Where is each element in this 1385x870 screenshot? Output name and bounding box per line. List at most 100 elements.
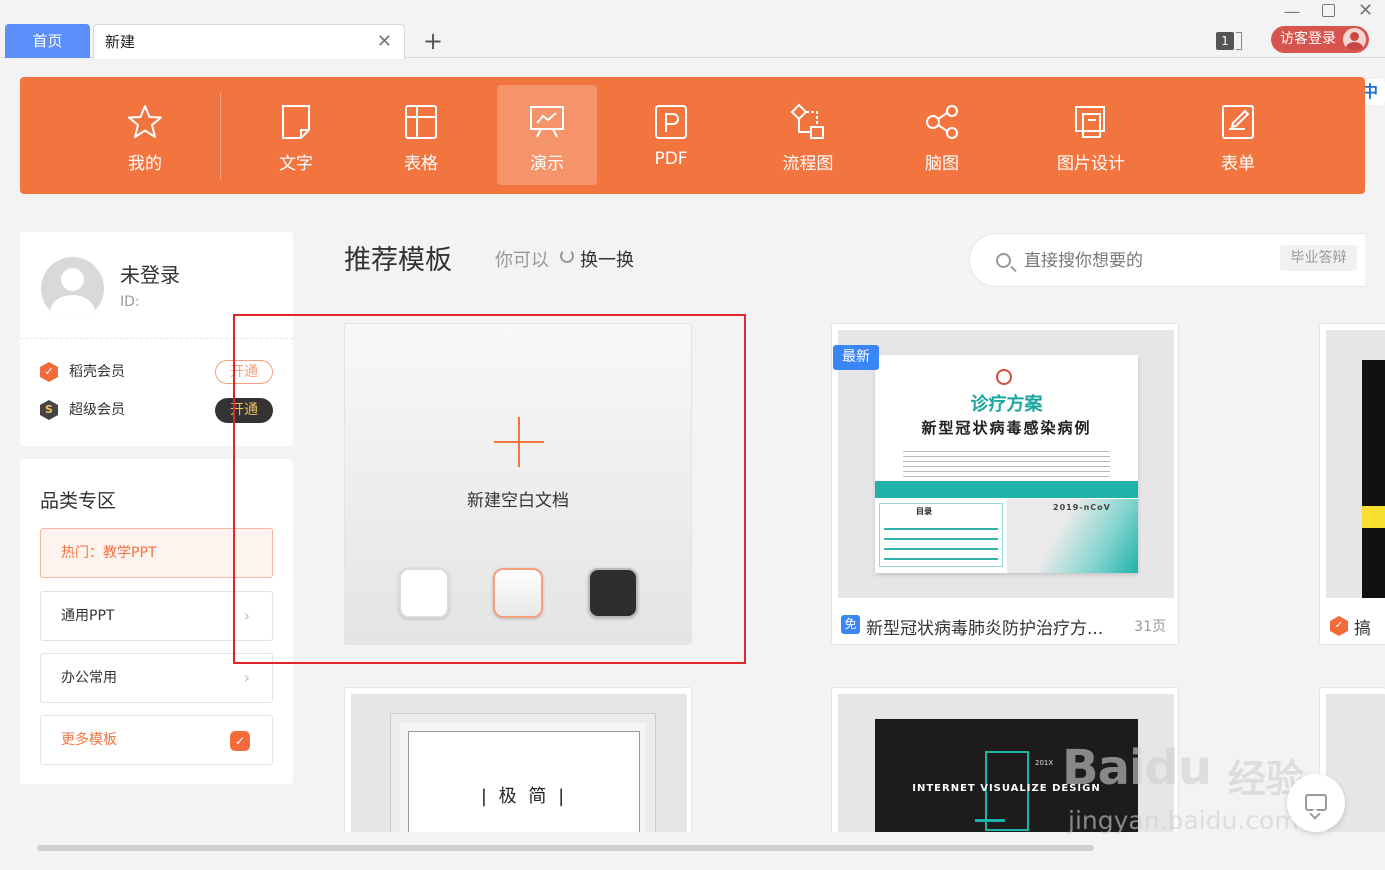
nav-sheet[interactable]: 表格 [371,85,471,185]
maximize-icon[interactable] [1322,4,1335,17]
nav-mine[interactable]: 我的 [95,85,195,185]
nav-mine-label: 我的 [128,154,162,174]
slide-body-lines [903,447,1110,477]
chat-icon [1305,794,1327,811]
template-card[interactable]: | 极 简 | [344,687,692,832]
nav-form[interactable]: 表单 [1188,85,1288,185]
template-search-box: 毕业答辩 [969,233,1365,287]
slide-year: 201X [1035,759,1054,767]
nav-flow-label: 流程图 [782,154,834,174]
avatar[interactable] [41,257,104,320]
slide-contents-lines [884,520,998,564]
slide-subtitle: 新型冠状病毒感染病例 [921,419,1092,437]
visitor-login-button[interactable]: 访客登录 [1271,26,1369,53]
tab-home[interactable]: 首页 [5,24,90,58]
user-id: ID: [120,294,140,310]
slide-inner-frame: | 极 简 | [408,731,640,832]
feedback-button[interactable] [1287,774,1345,832]
tab-count-badge[interactable]: 1 [1216,32,1234,50]
section-subtitle: 你可以 [495,250,549,271]
slide-thumbnail [1362,360,1385,598]
slide-minimal-title: | 极 简 | [480,786,568,807]
search-input[interactable] [1024,247,1264,275]
section-title: 推荐模板 [344,245,452,276]
category-title: 品类专区 [40,490,117,512]
category-general-ppt-label: 通用PPT [61,608,115,624]
refresh-icon[interactable] [560,249,574,263]
template-title[interactable]: 新型冠状病毒肺炎防护治疗方... [866,614,1103,639]
docer-logo-icon: ✓ [1330,616,1348,636]
nav-present[interactable]: 演示 [497,85,597,185]
visitor-login-label: 访客登录 [1280,31,1336,47]
slide-accent [1362,506,1385,528]
image-design-icon [1075,106,1105,138]
nav-form-label: 表单 [1221,154,1255,174]
form-icon [1222,105,1254,139]
app-nav-bar: 我的 文字 表格 演示 PDF 流程图 脑图 图片设计 表单 [20,77,1365,194]
pdf-icon [655,105,687,139]
template-card[interactable]: 诊疗方案 新型冠状病毒感染病例 目录 2019-nCoV 最新 免 新型冠状病毒… [831,323,1179,645]
super-member-label: 超级会员 [69,402,125,418]
slide-contents-label: 目录 [916,507,932,516]
docer-logo-icon: ✓ [230,731,250,751]
add-tab-button[interactable]: + [423,24,443,58]
document-icon [282,105,310,139]
template-preview: 诊疗方案 新型冠状病毒感染病例 目录 2019-nCoV [838,330,1174,598]
template-card[interactable]: ✓ 搞 [1319,323,1385,645]
mindmap-icon [926,105,958,139]
presentation-icon [530,106,564,138]
docer-member-icon: ✓ [40,362,58,382]
nav-mind-label: 脑图 [925,154,959,174]
category-office-label: 办公常用 [61,670,117,686]
search-icon[interactable] [996,253,1011,268]
flowchart-icon [790,103,824,139]
nav-text[interactable]: 文字 [246,85,346,185]
template-title[interactable]: 搞 [1354,614,1371,639]
title-bar: 首页 新建 ✕ + — ✕ 1 访客登录 [0,0,1385,59]
annotation-highlight-box [233,314,746,664]
table-icon [405,105,437,139]
nav-present-label: 演示 [530,154,564,174]
slide-year: 2019-nCoV [1053,503,1111,512]
slide-thumbnail: 诊疗方案 新型冠状病毒感染病例 目录 2019-nCoV [875,355,1138,573]
slide-photo: 2019-nCoV [1007,499,1138,573]
free-mark-icon: 免 [841,615,860,634]
nav-image-design-label: 图片设计 [1057,154,1125,174]
medical-cross-icon [996,369,1012,385]
nav-image-design[interactable]: 图片设计 [1041,85,1141,185]
watermark-brand: Baidu [1062,740,1212,796]
refresh-button[interactable]: 换一换 [580,246,634,272]
nav-flow[interactable]: 流程图 [758,85,858,185]
tab-count-frame [1236,32,1242,50]
template-preview: | 极 简 | [351,694,687,832]
docer-member-label: 稻壳会员 [69,364,125,380]
nav-pdf-label: PDF [654,149,688,169]
slide-thumbnail: | 极 简 | [391,714,655,832]
new-badge: 最新 [833,345,879,370]
nav-mind[interactable]: 脑图 [892,85,992,185]
tab-new-label: 新建 [105,33,136,51]
watermark-url: jingyan.baidu.com [1068,806,1299,835]
nav-text-label: 文字 [279,154,313,174]
user-avatar-icon [1343,28,1366,51]
window-close-icon[interactable]: ✕ [1358,0,1373,21]
slide-title: 诊疗方案 [970,394,1043,415]
more-templates-label: 更多模板 [61,732,117,748]
search-hot-tag[interactable]: 毕业答辩 [1280,245,1357,271]
template-page-count: 31页 [1134,619,1166,635]
nav-sheet-label: 表格 [404,154,438,174]
super-member-icon: S [40,400,58,420]
user-name[interactable]: 未登录 [120,259,180,288]
tab-new[interactable]: 新建 ✕ [93,24,405,59]
nav-divider [220,93,221,179]
template-preview [1326,330,1385,598]
category-more-templates[interactable]: 更多模板 ✓ [40,715,273,765]
minimize-icon[interactable]: — [1284,2,1300,21]
tab-close-icon[interactable]: ✕ [377,25,392,59]
nav-pdf[interactable]: PDF [621,85,721,185]
slide-accent [975,819,1005,822]
star-icon [128,105,162,138]
slide-contents-list: 目录 [879,503,1003,567]
horizontal-scrollbar[interactable] [37,845,1094,851]
slide-band [875,481,1138,498]
